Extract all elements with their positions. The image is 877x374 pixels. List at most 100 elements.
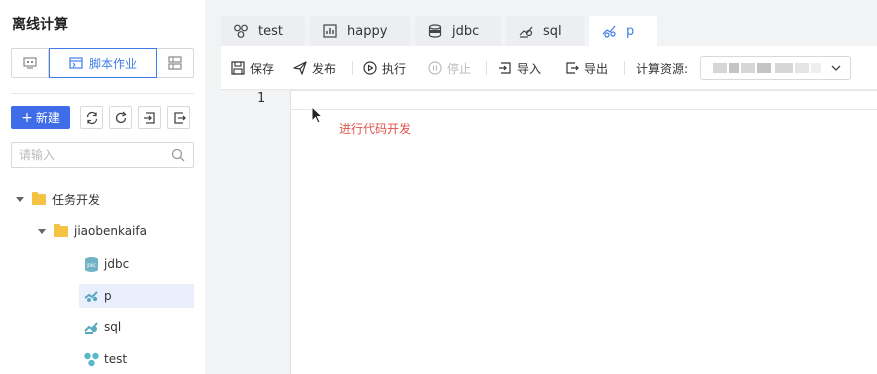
send-icon bbox=[293, 61, 307, 75]
resource-label: 计算资源: bbox=[636, 61, 689, 76]
tree-item-label: sql bbox=[104, 320, 122, 334]
tree-item-label: test bbox=[104, 352, 128, 366]
expand-button[interactable] bbox=[167, 106, 190, 129]
run-label: 执行 bbox=[382, 61, 407, 76]
tree-root[interactable]: 任务开发 bbox=[16, 187, 100, 211]
import-button[interactable]: 导入 bbox=[498, 46, 541, 90]
sync-button[interactable] bbox=[80, 106, 103, 129]
tab-label: happy bbox=[347, 23, 388, 39]
sidebar: 离线计算 脚本作业 + 新建 任务开发 bbox=[0, 0, 205, 374]
import-box-icon bbox=[143, 111, 155, 124]
current-line-highlight bbox=[291, 90, 877, 110]
sync-icon bbox=[86, 111, 97, 124]
sidebar-title: 离线计算 bbox=[12, 17, 68, 33]
stop-button[interactable]: 停止 bbox=[428, 46, 471, 90]
export-icon bbox=[566, 62, 579, 74]
svg-text:JDBC: JDBC bbox=[86, 263, 97, 268]
save-label: 保存 bbox=[250, 61, 275, 76]
main-area: test happy jdbc sql p 保存 发布 执行 停止 导入 导出 … bbox=[205, 0, 877, 374]
editor-hint: 进行代码开发 bbox=[339, 122, 412, 136]
caret-down-icon bbox=[38, 228, 46, 234]
chart-icon bbox=[323, 24, 337, 38]
tree-item-label: jdbc bbox=[104, 257, 130, 271]
refresh-button[interactable] bbox=[109, 106, 132, 129]
collapse-button[interactable] bbox=[138, 106, 161, 129]
publish-label: 发布 bbox=[312, 61, 337, 76]
monitor-icon bbox=[23, 57, 37, 69]
redacted-value bbox=[775, 63, 793, 73]
export-button[interactable]: 导出 bbox=[565, 46, 608, 90]
sidebar-divider bbox=[11, 93, 194, 94]
redacted-value bbox=[811, 63, 821, 73]
save-icon bbox=[231, 61, 245, 75]
tab-happy[interactable]: happy bbox=[310, 16, 410, 46]
new-button-label: 新建 bbox=[35, 111, 60, 125]
tab-label: jdbc bbox=[452, 23, 480, 39]
code-editor[interactable]: 进行代码开发 bbox=[290, 90, 877, 374]
mouse-cursor-icon bbox=[311, 106, 324, 124]
redacted-value bbox=[757, 63, 771, 73]
toolbar: 保存 发布 执行 停止 导入 导出 计算资源: bbox=[221, 46, 877, 90]
database-icon bbox=[428, 24, 442, 38]
refresh-icon bbox=[115, 111, 127, 123]
redacted-value bbox=[795, 63, 809, 73]
tab-label: p bbox=[626, 23, 635, 39]
folder-icon bbox=[32, 191, 46, 205]
toolbar-divider bbox=[486, 61, 487, 75]
mode-script-label: 脚本作业 bbox=[88, 56, 137, 71]
publish-button[interactable]: 发布 bbox=[293, 46, 336, 90]
save-button[interactable]: 保存 bbox=[231, 46, 274, 90]
flow-icon bbox=[84, 352, 99, 366]
tab-sql[interactable]: sql bbox=[506, 16, 584, 46]
search-icon[interactable] bbox=[171, 148, 185, 165]
play-icon bbox=[363, 61, 377, 75]
new-button[interactable]: + 新建 bbox=[11, 106, 70, 129]
export-label: 导出 bbox=[584, 61, 609, 76]
tree-item-sql[interactable]: sql bbox=[79, 315, 194, 339]
mode-table-button[interactable] bbox=[157, 49, 193, 77]
resource-select[interactable] bbox=[700, 56, 851, 80]
redacted-value bbox=[713, 63, 727, 73]
line-gutter: 1 bbox=[221, 90, 290, 374]
import-icon bbox=[499, 62, 511, 74]
tree-folder-label: jiaobenkaifa bbox=[74, 224, 147, 238]
chevron-down-icon bbox=[830, 62, 842, 77]
tab-test[interactable]: test bbox=[221, 16, 305, 46]
redacted-value bbox=[729, 63, 739, 73]
tree-item-label: p bbox=[104, 289, 112, 303]
plus-icon: + bbox=[21, 109, 33, 126]
tab-label: test bbox=[258, 23, 283, 39]
run-button[interactable]: 执行 bbox=[363, 46, 406, 90]
import-label: 导入 bbox=[517, 61, 542, 76]
tab-jdbc[interactable]: jdbc bbox=[415, 16, 501, 46]
tree-item-jdbc[interactable]: JDBC jdbc bbox=[79, 252, 194, 276]
sql-icon bbox=[84, 321, 98, 334]
tree-folder[interactable]: jiaobenkaifa bbox=[38, 219, 147, 243]
search-input[interactable] bbox=[12, 143, 162, 167]
stop-label: 停止 bbox=[447, 61, 472, 76]
tree-item-p[interactable]: p bbox=[79, 284, 194, 308]
python-icon bbox=[84, 290, 98, 302]
export-box-icon bbox=[173, 111, 186, 124]
jdbc-icon: JDBC bbox=[85, 256, 98, 272]
line-number: 1 bbox=[257, 91, 265, 106]
tree-root-label: 任务开发 bbox=[52, 192, 101, 207]
toolbar-divider bbox=[352, 61, 353, 75]
tab-bar: test happy jdbc sql p bbox=[221, 16, 657, 46]
mode-monitor-button[interactable] bbox=[12, 49, 49, 77]
search-box bbox=[11, 142, 194, 168]
python-icon bbox=[602, 25, 616, 38]
folder-icon bbox=[54, 223, 68, 237]
mode-script-button[interactable]: 脚本作业 bbox=[49, 48, 157, 78]
table-icon bbox=[168, 56, 182, 70]
tab-p[interactable]: p bbox=[589, 16, 657, 46]
tree-item-test[interactable]: test bbox=[79, 347, 194, 371]
script-icon bbox=[69, 57, 83, 69]
tab-label: sql bbox=[543, 23, 562, 39]
mode-switch: 脚本作业 bbox=[11, 48, 194, 78]
flow-icon bbox=[234, 24, 248, 38]
redacted-value bbox=[741, 63, 755, 73]
sql-icon bbox=[519, 26, 533, 38]
pause-icon bbox=[428, 61, 442, 75]
toolbar-divider bbox=[624, 61, 625, 75]
